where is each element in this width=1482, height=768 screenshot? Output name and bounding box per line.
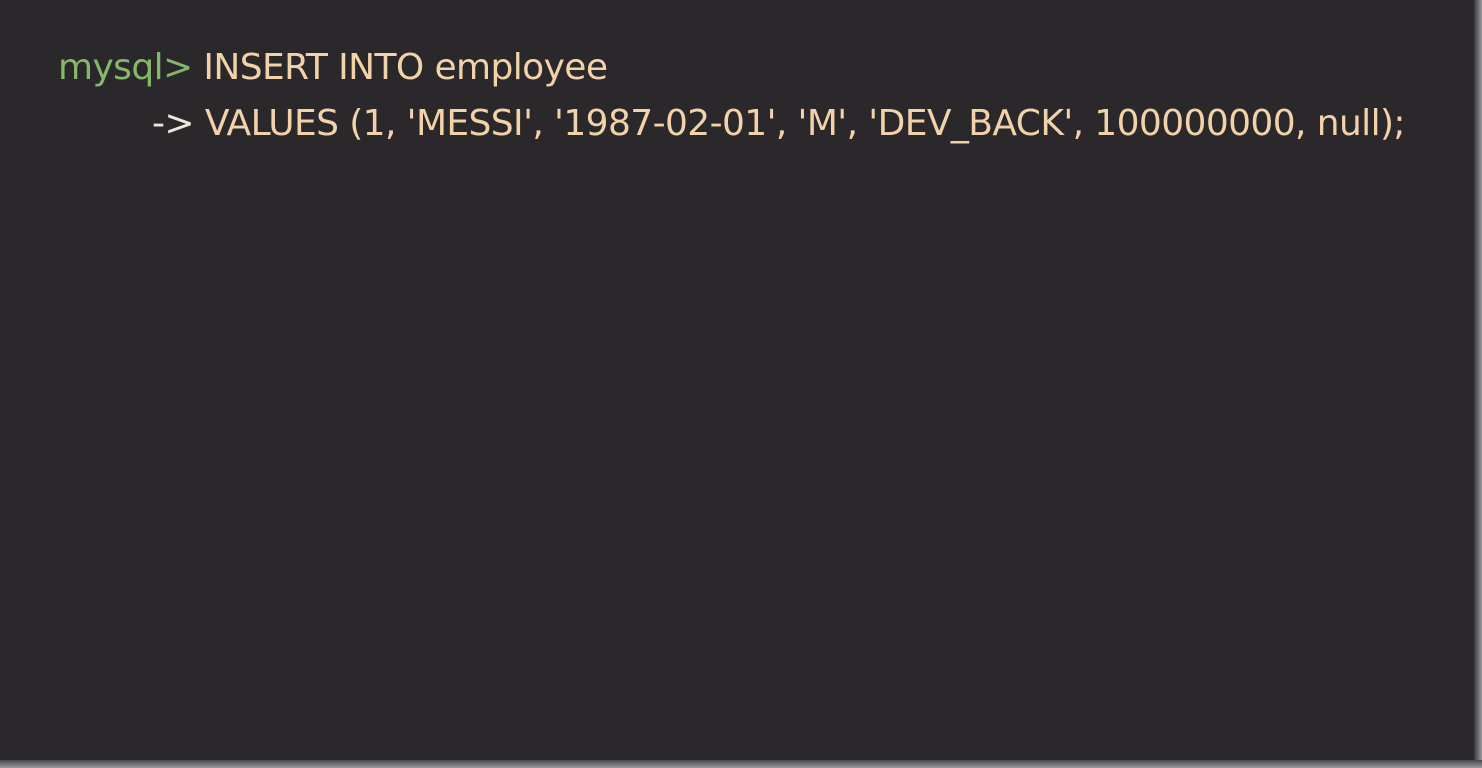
- mysql-prompt: mysql>: [58, 47, 193, 88]
- terminal-window[interactable]: mysql> INSERT INTO employee -> VALUES (1…: [0, 0, 1474, 760]
- terminal-line-2: -> VALUES (1, 'MESSI', '1987-02-01', 'M'…: [152, 102, 1406, 146]
- window-bottom-border: [0, 760, 1482, 768]
- continuation-prompt: ->: [152, 103, 195, 144]
- sql-statement-line-2: VALUES (1, 'MESSI', '1987-02-01', 'M', '…: [204, 103, 1406, 144]
- window-right-border: [1474, 0, 1482, 768]
- terminal-line-1: mysql> INSERT INTO employee: [58, 46, 608, 90]
- sql-statement-line-1: INSERT INTO employee: [203, 47, 608, 88]
